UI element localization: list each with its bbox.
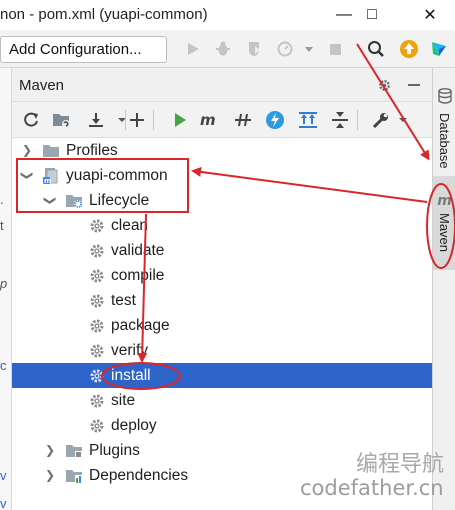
tree-row-phase-site[interactable]: site: [12, 388, 432, 413]
tree-row-phase-verify[interactable]: verify: [12, 338, 432, 363]
svg-text:m: m: [200, 112, 216, 128]
watermark-title: 编程导航: [356, 452, 445, 477]
tree-label-phase: package: [111, 317, 170, 334]
add-icon[interactable]: [126, 109, 148, 131]
tree-row-project[interactable]: ❯ m yuapi-common: [12, 163, 432, 188]
chevron-down-icon[interactable]: ❯: [38, 194, 63, 208]
gutter-char: v: [0, 468, 7, 483]
gear-icon: [88, 367, 106, 385]
maximize-window-button[interactable]: □: [350, 2, 394, 28]
maven-tool-window: Maven m ❯ Profiles ❯ m yuapi-common ❯ Li…: [12, 68, 432, 510]
gutter-char: .: [0, 192, 4, 207]
tree-label-project: yuapi-common: [66, 167, 168, 184]
tree-row-phase-install[interactable]: install: [12, 363, 432, 388]
tree-label-phase: deploy: [111, 417, 157, 434]
watermark-url: codefather.cn: [300, 476, 444, 500]
settings-dropdown-icon[interactable]: [392, 109, 414, 131]
toolbar-separator: [153, 110, 154, 130]
run-icon[interactable]: [182, 38, 204, 60]
tree-row-phase-deploy[interactable]: deploy: [12, 413, 432, 438]
tree-label-lifecycle: Lifecycle: [89, 192, 150, 209]
toolbar-separator: [357, 110, 358, 130]
maven-panel-title: Maven: [19, 77, 65, 94]
toggle-offline-icon[interactable]: [232, 109, 254, 131]
database-icon: [437, 87, 452, 109]
right-tool-strip: Database m Maven: [432, 68, 455, 510]
tree-label-phase: install: [111, 367, 151, 384]
update-icon[interactable]: [398, 38, 420, 60]
tree-row-phase-compile[interactable]: compile: [12, 263, 432, 288]
run-dropdown-icon[interactable]: [298, 38, 320, 60]
tree-row-lifecycle[interactable]: ❯ Lifecycle: [12, 188, 432, 213]
gutter-char: v: [0, 496, 7, 510]
plugins-folder-icon: [65, 442, 83, 460]
reimport-folder-icon[interactable]: [51, 109, 73, 131]
gear-icon: [88, 392, 106, 410]
main-toolbar: Add Configuration...: [0, 30, 455, 68]
chevron-right-icon[interactable]: ❯: [43, 463, 57, 488]
maven-logo-icon: m: [437, 193, 452, 210]
tree-label-phase: clean: [111, 217, 149, 234]
add-configuration-button[interactable]: Add Configuration...: [0, 36, 167, 63]
svg-text:m: m: [44, 177, 51, 185]
database-tab-label: Database: [437, 112, 452, 169]
toolbox-icon[interactable]: [428, 38, 450, 60]
show-dependencies-icon[interactable]: [297, 109, 319, 131]
title-bar: non - pom.xml (yuapi-common) — □ ✕: [0, 0, 455, 30]
tree-row-phase-test[interactable]: test: [12, 288, 432, 313]
window-title: non - pom.xml (yuapi-common): [0, 6, 208, 23]
stop-icon[interactable]: [324, 38, 346, 60]
tree-label-dependencies: Dependencies: [89, 467, 189, 484]
chevron-right-icon[interactable]: ❯: [20, 138, 34, 163]
chevron-right-icon[interactable]: ❯: [43, 438, 57, 463]
maven-tab[interactable]: m Maven: [433, 176, 455, 270]
gear-icon: [88, 317, 106, 335]
maven-panel-header: Maven: [12, 68, 432, 102]
tree-row-phase-validate[interactable]: validate: [12, 238, 432, 263]
coverage-icon[interactable]: [243, 38, 265, 60]
gear-icon: [88, 217, 106, 235]
debug-icon[interactable]: [212, 38, 234, 60]
tree-label-phase: site: [111, 392, 136, 409]
reload-icon[interactable]: [20, 109, 42, 131]
collapse-all-icon[interactable]: [329, 109, 351, 131]
gutter-char: p: [0, 276, 8, 291]
editor-gutter: . t p c v v: [0, 68, 12, 510]
gutter-char: c: [0, 358, 7, 373]
tree-label-phase: test: [111, 292, 136, 309]
gear-icon: [88, 242, 106, 260]
maven-goal-icon[interactable]: m: [199, 109, 221, 131]
search-icon[interactable]: [365, 38, 387, 60]
skip-tests-icon[interactable]: [264, 109, 286, 131]
gear-icon: [88, 292, 106, 310]
gutter-char: t: [0, 218, 4, 233]
profile-icon[interactable]: [274, 38, 296, 60]
tree-label-phase: compile: [111, 267, 165, 284]
lifecycle-folder-icon: [65, 192, 83, 210]
profiles-folder-icon: [42, 142, 60, 160]
tree-label-phase: verify: [111, 342, 149, 359]
dependencies-folder-icon: [65, 467, 83, 485]
settings-wrench-icon[interactable]: [370, 109, 392, 131]
gear-icon[interactable]: [375, 76, 393, 94]
database-tab[interactable]: Database: [433, 78, 455, 178]
minimize-icon[interactable]: [405, 76, 423, 94]
tree-label-phase: validate: [111, 242, 165, 259]
run-maven-icon[interactable]: [169, 109, 191, 131]
maven-toolbar: m: [12, 102, 432, 138]
tree-row-phase-package[interactable]: package: [12, 313, 432, 338]
tree-row-profiles[interactable]: ❯ Profiles: [12, 138, 432, 163]
gear-icon: [88, 342, 106, 360]
tree-row-phase-clean[interactable]: clean: [12, 213, 432, 238]
close-window-button[interactable]: ✕: [408, 2, 452, 28]
tree-label-plugins: Plugins: [89, 442, 140, 459]
chevron-down-icon[interactable]: ❯: [15, 169, 40, 183]
maven-tab-label: Maven: [437, 213, 452, 253]
gear-icon: [88, 267, 106, 285]
maven-module-icon: m: [42, 167, 60, 185]
download-icon[interactable]: [85, 109, 107, 131]
gear-icon: [88, 417, 106, 435]
tree-label-profiles: Profiles: [66, 142, 118, 159]
